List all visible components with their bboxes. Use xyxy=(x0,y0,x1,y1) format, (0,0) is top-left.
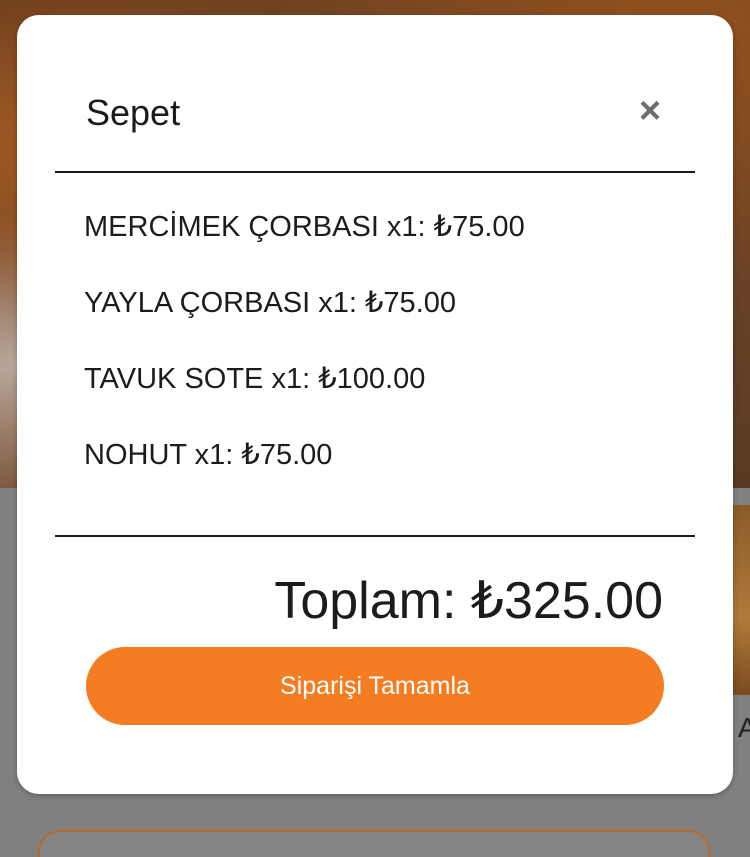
cart-item: TAVUK SOTE x1: ₺100.00 xyxy=(84,363,426,395)
cart-item: YAYLA ÇORBASI x1: ₺75.00 xyxy=(84,287,457,319)
cart-total: Toplam: ₺325.00 xyxy=(274,572,663,630)
background-food-thumbnail xyxy=(730,505,750,695)
complete-order-button[interactable]: Siparişi Tamamla xyxy=(86,647,664,725)
cart-item-list: MERCİMEK ÇORBASI x1: ₺75.00 YAYLA ÇORBAS… xyxy=(84,205,684,509)
background-partial-text: A xyxy=(738,712,750,743)
header-divider xyxy=(55,171,695,173)
cart-item: MERCİMEK ÇORBASI x1: ₺75.00 xyxy=(84,211,525,243)
cart-item: NOHUT x1: ₺75.00 xyxy=(84,439,333,471)
background-card xyxy=(38,830,710,857)
footer-divider xyxy=(55,535,695,537)
cart-modal: Sepet × MERCİMEK ÇORBASI x1: ₺75.00 YAYL… xyxy=(17,15,733,794)
close-icon[interactable]: × xyxy=(632,92,668,130)
cart-title: Sepet xyxy=(86,92,181,133)
